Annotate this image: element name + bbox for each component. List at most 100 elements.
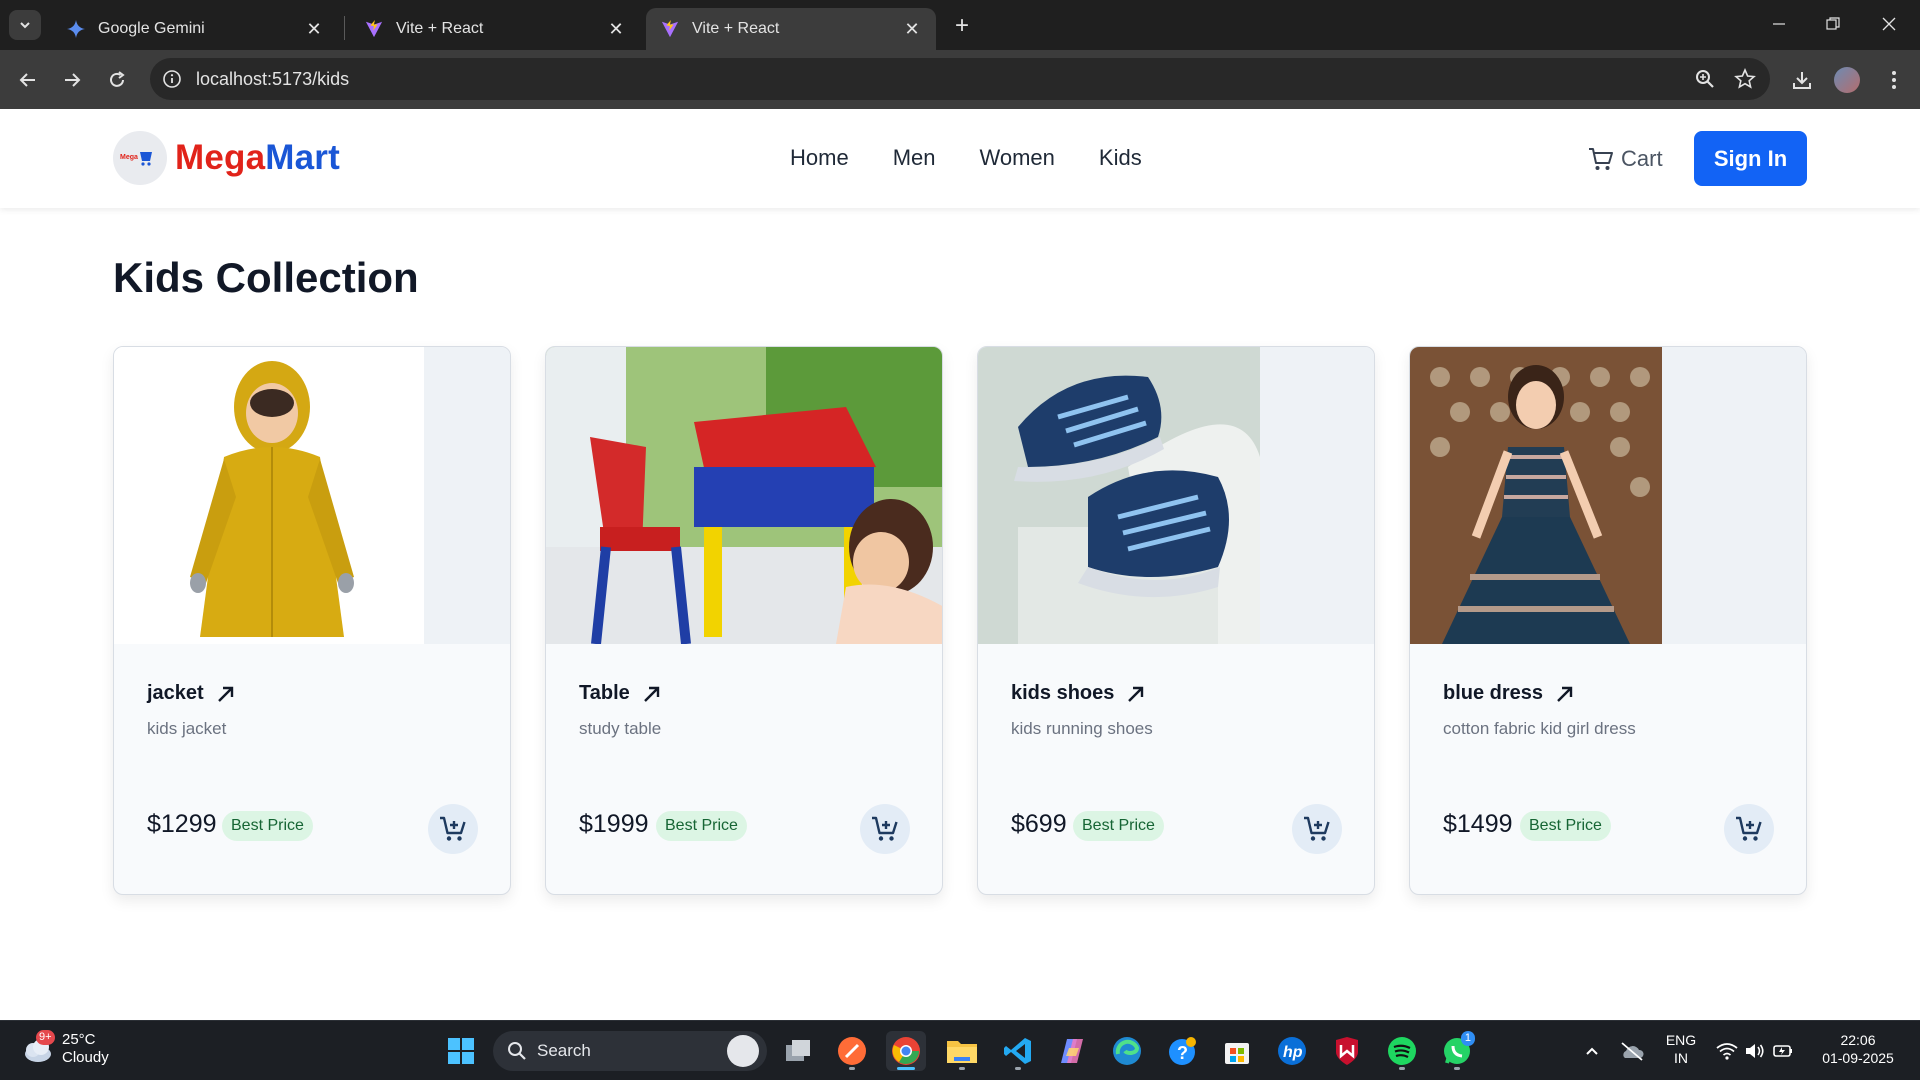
address-bar[interactable]: localhost:5173/kids (150, 58, 1770, 100)
search-highlight-icon (727, 1035, 759, 1067)
product-card[interactable]: kids shoes kids running shoes $699 Best … (977, 346, 1375, 895)
nav-men-link[interactable]: Men (893, 145, 936, 171)
arrow-up-right-icon (1128, 686, 1144, 702)
weather-text: 25°C Cloudy (62, 1031, 109, 1066)
language-indicator[interactable]: ENG IN (1664, 1031, 1698, 1067)
minimize-button[interactable] (1756, 8, 1802, 40)
onedrive-button[interactable] (1612, 1031, 1652, 1071)
profile-button[interactable] (1831, 64, 1863, 96)
show-hidden-icons-button[interactable] (1572, 1031, 1612, 1071)
wifi-icon (1716, 1043, 1738, 1060)
tab-vite-react-active[interactable]: Vite + React ✕ (646, 8, 936, 50)
battery-charging-icon (1773, 1045, 1792, 1057)
taskbar-app-whatsapp[interactable]: 1 (1437, 1031, 1477, 1071)
product-description: study table (579, 719, 662, 738)
browser-menu-button[interactable] (1878, 64, 1910, 96)
product-name-link[interactable]: blue dress (1443, 682, 1575, 705)
product-image (1410, 347, 1806, 644)
product-card[interactable]: jacket kids jacket $1299 Best Price (113, 346, 511, 895)
add-to-cart-button[interactable] (860, 804, 910, 854)
brand[interactable]: Mega MegaMart (113, 131, 340, 185)
tab-title: Google Gemini (98, 20, 205, 37)
close-icon[interactable]: ✕ (304, 19, 324, 39)
add-to-cart-button[interactable] (1292, 804, 1342, 854)
minimize-icon (1773, 23, 1785, 25)
bookmark-star-icon[interactable] (1734, 68, 1756, 90)
product-name-link[interactable]: kids shoes (1011, 682, 1146, 705)
arrow-right-icon (65, 73, 81, 87)
close-window-button[interactable] (1866, 8, 1912, 40)
product-description: kids jacket (147, 719, 227, 738)
add-to-cart-button[interactable] (428, 804, 478, 854)
tab-search-button[interactable] (9, 10, 41, 40)
product-card[interactable]: Table study table $1999 Best Price (545, 346, 943, 895)
close-icon[interactable]: ✕ (902, 19, 922, 39)
windows-taskbar: 9+ 25°C Cloudy Search ? hp 1 ENG IN 22:0… (0, 1020, 1920, 1080)
cart-label: Cart (1621, 146, 1663, 171)
nav-women-link[interactable]: Women (979, 145, 1054, 171)
product-image (114, 347, 510, 644)
info-icon[interactable] (162, 69, 182, 89)
sign-in-button[interactable]: Sign In (1694, 131, 1807, 186)
taskbar-app-mcafee[interactable] (1327, 1031, 1367, 1071)
reload-button[interactable] (101, 64, 133, 96)
taskbar-app-store[interactable] (1217, 1031, 1257, 1071)
start-button[interactable] (441, 1031, 481, 1071)
taskbar-app-help[interactable]: ? (1162, 1031, 1202, 1071)
chrome-icon (892, 1037, 920, 1065)
clock[interactable]: 22:06 01-09-2025 (1810, 1031, 1906, 1067)
restore-icon (1826, 17, 1840, 30)
folder-icon (947, 1041, 977, 1063)
close-icon[interactable]: ✕ (606, 19, 626, 39)
new-tab-button[interactable]: + (948, 12, 976, 40)
taskbar-app-file-explorer[interactable] (942, 1031, 982, 1071)
taskbar-app-spotify[interactable] (1382, 1031, 1422, 1071)
tab-google-gemini[interactable]: Google Gemini ✕ (52, 8, 338, 50)
product-name-link[interactable]: Table (579, 682, 662, 705)
arrow-up-right-icon (643, 686, 659, 702)
avatar (1834, 67, 1860, 93)
product-name-link[interactable]: jacket (147, 682, 236, 705)
best-price-badge: Best Price (222, 811, 313, 841)
download-icon (1793, 72, 1811, 89)
cart-link[interactable]: Cart (1587, 145, 1663, 173)
taskbar-app-copilot[interactable] (1052, 1031, 1092, 1071)
taskbar-app-hp[interactable]: hp (1272, 1031, 1312, 1071)
tab-vite-react-1[interactable]: Vite + React ✕ (350, 8, 640, 50)
whatsapp-badge: 1 (1460, 1031, 1475, 1046)
weather-widget[interactable]: 9+ 25°C Cloudy (20, 1030, 109, 1067)
chevron-up-icon (1586, 1047, 1598, 1055)
postman-icon (838, 1037, 866, 1065)
tab-divider (344, 16, 345, 40)
quick-settings-button[interactable] (1710, 1031, 1800, 1071)
cloudy-weather-icon: 9+ (20, 1030, 55, 1066)
zoom-icon[interactable] (1694, 68, 1716, 90)
taskbar-search[interactable]: Search (493, 1031, 767, 1071)
restore-button[interactable] (1810, 8, 1856, 40)
volume-icon (1746, 1044, 1764, 1058)
nav-kids-link[interactable]: Kids (1099, 145, 1142, 171)
copilot-icon (1061, 1039, 1083, 1063)
task-view-icon (786, 1040, 810, 1061)
svg-text:?: ? (1177, 1043, 1188, 1063)
vscode-icon (1004, 1038, 1031, 1064)
search-label: Search (537, 1041, 591, 1060)
taskbar-app-vscode[interactable] (998, 1031, 1038, 1071)
nav-home-link[interactable]: Home (790, 145, 849, 171)
store-icon (1225, 1043, 1249, 1064)
product-image (546, 347, 942, 644)
taskbar-app-postman[interactable] (832, 1031, 872, 1071)
downloads-button[interactable] (1786, 64, 1818, 96)
add-to-cart-button[interactable] (1724, 804, 1774, 854)
back-button[interactable] (12, 64, 44, 96)
taskbar-app-chrome[interactable] (886, 1031, 926, 1071)
add-to-cart-icon (1736, 816, 1762, 841)
task-view-button[interactable] (778, 1031, 818, 1071)
product-card[interactable]: blue dress cotton fabric kid girl dress … (1409, 346, 1807, 895)
add-to-cart-icon (440, 816, 466, 841)
taskbar-app-edge[interactable] (1107, 1031, 1147, 1071)
forward-button[interactable] (56, 64, 88, 96)
url-text[interactable]: localhost:5173/kids (196, 69, 349, 90)
search-icon (508, 1042, 526, 1060)
vite-icon (660, 19, 680, 39)
